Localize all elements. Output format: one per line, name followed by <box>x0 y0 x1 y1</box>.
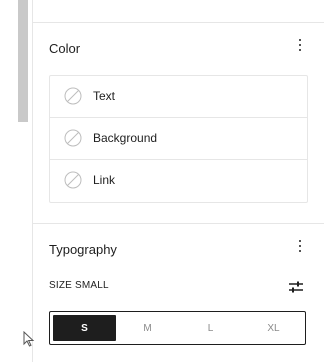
sliders-icon[interactable] <box>288 280 304 294</box>
color-item-link[interactable]: Link <box>50 160 307 202</box>
color-item-text[interactable]: Text <box>50 76 307 118</box>
color-options-kebab-icon[interactable] <box>298 39 302 55</box>
mouse-pointer-icon <box>23 331 35 347</box>
size-option-xl[interactable]: XL <box>242 312 305 344</box>
size-option-l[interactable]: L <box>179 312 242 344</box>
panel-top-divider <box>33 0 324 23</box>
size-option-m[interactable]: M <box>116 312 179 344</box>
color-list: Text Background Link <box>49 75 308 203</box>
settings-panel: Color Text Background Link Typography SI… <box>32 0 324 362</box>
color-item-label: Link <box>93 173 116 187</box>
no-color-swatch-icon <box>64 87 82 105</box>
font-size-row: SIZE SMALL <box>33 274 324 298</box>
color-item-label: Background <box>93 131 158 145</box>
color-item-background[interactable]: Background <box>50 118 307 160</box>
no-color-swatch-icon <box>64 129 82 147</box>
scrollbar[interactable] <box>0 0 32 362</box>
typography-section-title: Typography <box>49 242 117 257</box>
color-section-header: Color <box>33 23 324 73</box>
size-option-s[interactable]: S <box>53 315 116 341</box>
scrollbar-thumb[interactable] <box>18 0 28 122</box>
font-size-picker: S M L XL <box>49 311 306 345</box>
color-item-label: Text <box>93 89 116 103</box>
no-color-swatch-icon <box>64 171 82 189</box>
color-section-title: Color <box>49 41 81 56</box>
typography-section-header: Typography <box>33 224 324 274</box>
font-size-label: SIZE SMALL <box>49 280 109 291</box>
editor-sidebar: Color Text Background Link Typography SI… <box>0 0 324 362</box>
typography-options-kebab-icon[interactable] <box>298 240 302 256</box>
